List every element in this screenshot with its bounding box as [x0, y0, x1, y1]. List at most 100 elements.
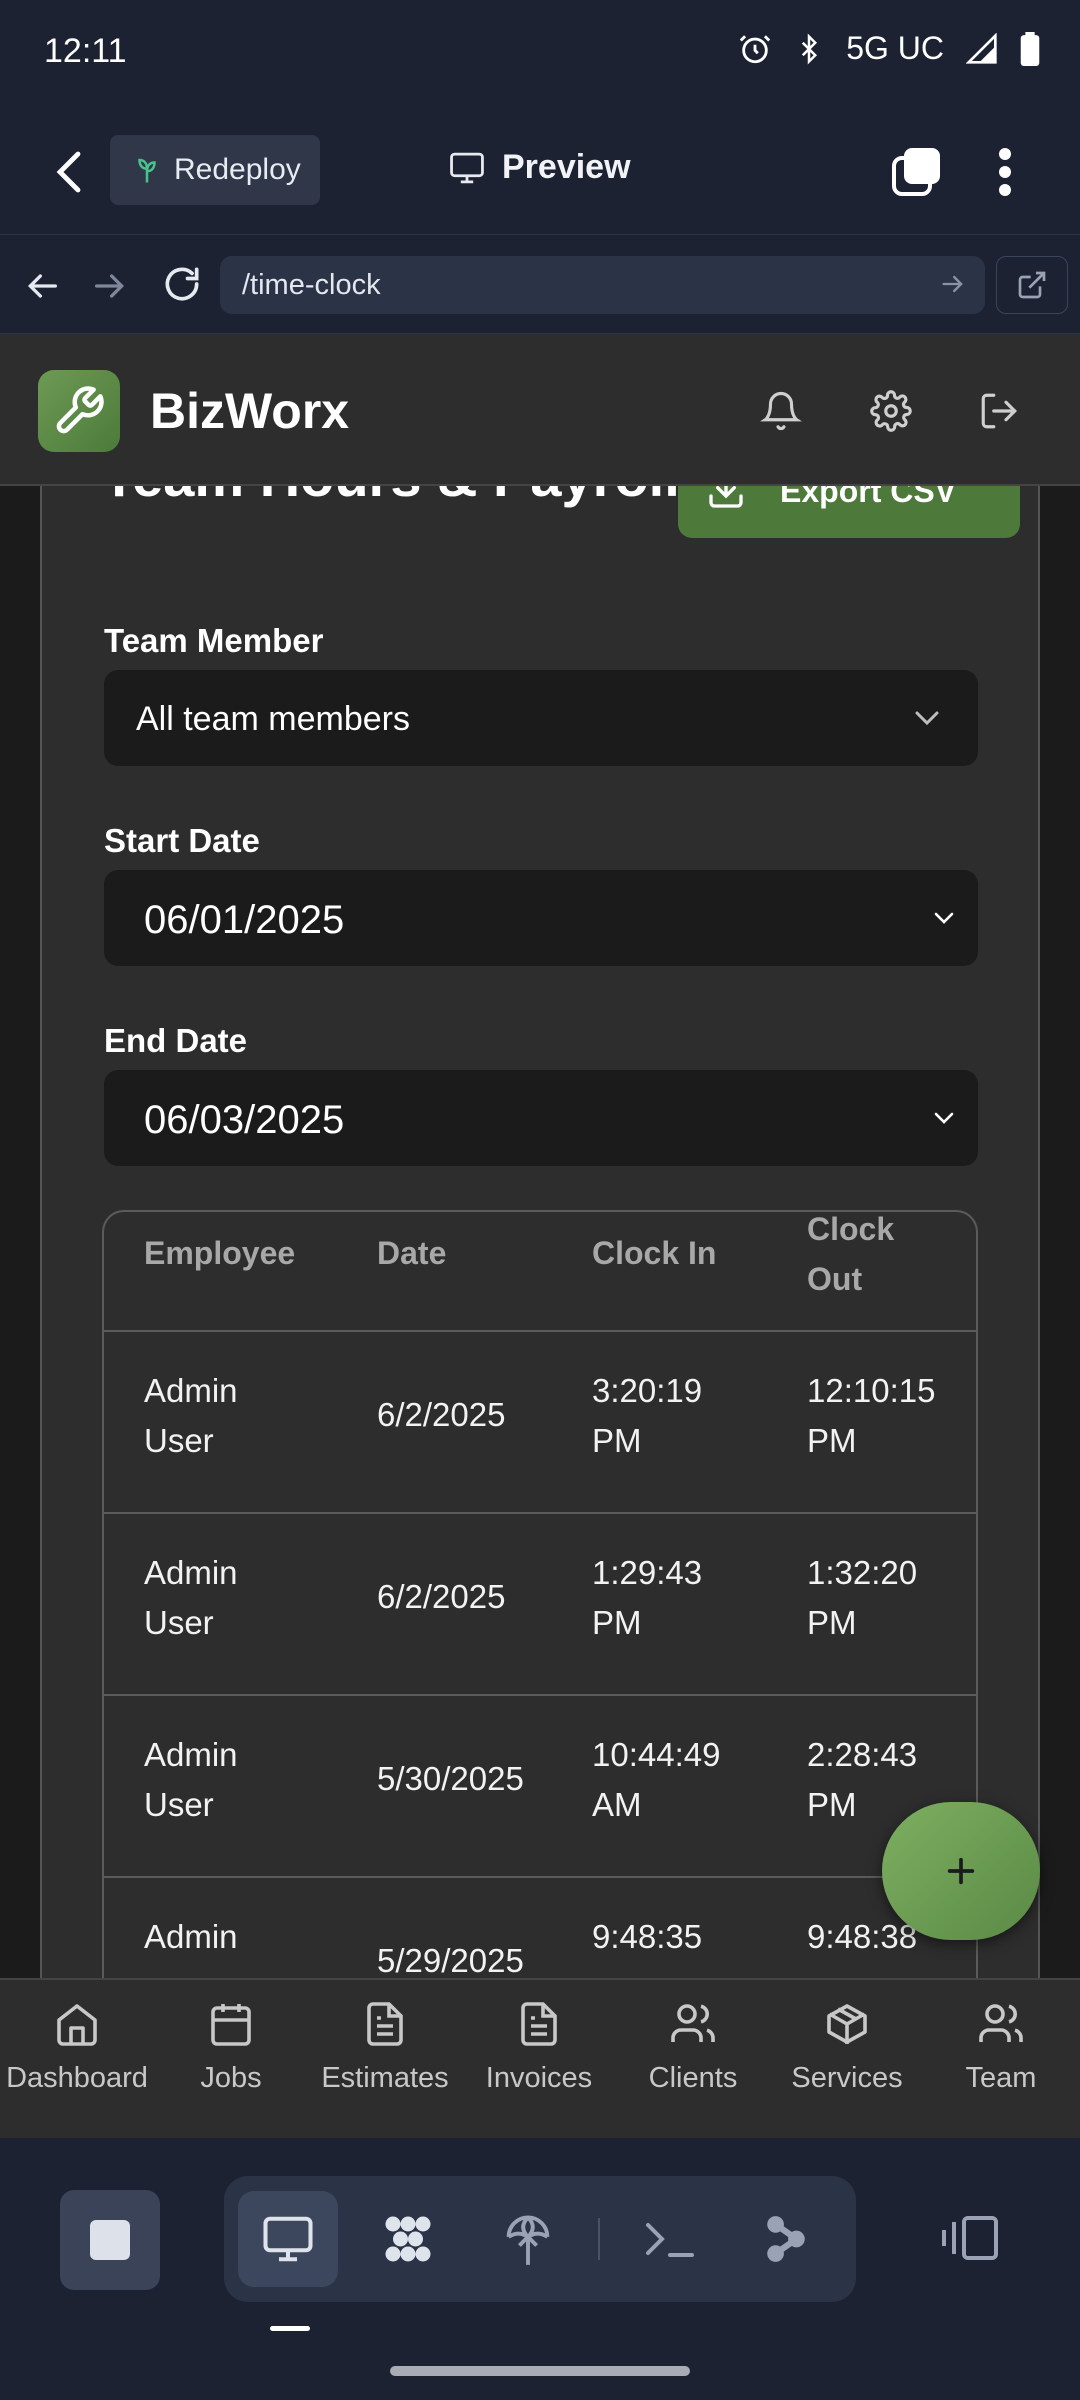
- external-link-icon[interactable]: [996, 256, 1068, 314]
- active-tab-indicator: [270, 2326, 310, 2331]
- url-toolbar: /time-clock: [0, 236, 1080, 334]
- cell-clock-in: 9:48:35: [592, 1918, 703, 1955]
- web-page: BizWorx Team Hours & Payroll Export CSV …: [0, 334, 1080, 2138]
- bottom-nav: Dashboard Jobs Estimates Invoices Client…: [0, 1978, 1080, 2138]
- column-header-clock-out: Clock Out: [807, 1211, 895, 1297]
- preview-title[interactable]: Preview: [448, 148, 631, 187]
- refresh-icon[interactable]: [160, 262, 204, 306]
- cell-date: 6/2/2025: [377, 1396, 506, 1433]
- back-button[interactable]: [50, 148, 90, 196]
- team-member-select[interactable]: All team members: [104, 670, 978, 766]
- url-go-icon[interactable]: [939, 270, 967, 298]
- ide-taskbar: [0, 2138, 1080, 2400]
- nav-label-estimates: Estimates: [321, 2062, 449, 2094]
- row-divider: [104, 1694, 976, 1696]
- preview-label: Preview: [502, 148, 631, 186]
- column-header-employee: Employee: [144, 1235, 296, 1271]
- nav-label-clients: Clients: [648, 2062, 738, 2094]
- gear-icon[interactable]: [870, 390, 912, 432]
- more-vert-icon[interactable]: [990, 146, 1020, 198]
- signal-icon: [966, 32, 998, 65]
- sidebar-icon[interactable]: [940, 2214, 1000, 2262]
- home-gesture-bar[interactable]: [390, 2366, 690, 2376]
- sprout-icon: [132, 153, 162, 187]
- nav-label-jobs: Jobs: [200, 2062, 262, 2094]
- cell-clock-in: 3:20:19 PM: [592, 1372, 703, 1459]
- end-date-field[interactable]: 06/03/2025: [104, 1070, 978, 1166]
- nav-item-estimates[interactable]: Estimates: [308, 2000, 462, 2095]
- nav-item-jobs[interactable]: Jobs: [154, 2000, 308, 2095]
- column-header-date: Date: [377, 1235, 447, 1271]
- tabs-icon[interactable]: [890, 146, 942, 198]
- redeploy-label: Redeploy: [174, 153, 301, 186]
- monitor-icon[interactable]: [238, 2191, 338, 2287]
- team-member-value: All team members: [136, 700, 410, 738]
- home-icon: [53, 2000, 101, 2048]
- packages-icon[interactable]: [358, 2191, 458, 2287]
- file-text-icon: [515, 2000, 563, 2048]
- cell-clock-out: 9:48:38: [807, 1918, 918, 1955]
- calendar-icon: [207, 2000, 255, 2048]
- tool-switcher: [224, 2176, 856, 2302]
- battery-icon: [1020, 31, 1040, 66]
- cell-employee: Admin User: [144, 1736, 238, 1823]
- terminal-icon[interactable]: [620, 2191, 720, 2287]
- chevron-down-icon: [932, 1108, 956, 1128]
- end-date-label: End Date: [104, 1022, 248, 1059]
- nav-item-services[interactable]: Services: [770, 2000, 924, 2095]
- git-icon[interactable]: [736, 2191, 836, 2287]
- cell-employee: Admin User: [144, 1554, 238, 1641]
- nav-label-dashboard: Dashboard: [6, 2062, 148, 2094]
- chevron-down-icon: [912, 708, 942, 728]
- wrench-icon[interactable]: [38, 370, 120, 452]
- stop-icon: [90, 2220, 130, 2260]
- column-header-clock-in: Clock In: [592, 1235, 717, 1271]
- cell-clock-in: 1:29:43 PM: [592, 1554, 703, 1641]
- start-date-label: Start Date: [104, 822, 260, 859]
- url-text: /time-clock: [242, 269, 381, 301]
- row-divider: [104, 1876, 976, 1878]
- nav-item-invoices[interactable]: Invoices: [462, 2000, 616, 2095]
- add-entry-button[interactable]: [882, 1802, 1040, 1940]
- file-text-icon: [361, 2000, 409, 2048]
- nav-item-clients[interactable]: Clients: [616, 2000, 770, 2095]
- plus-icon: [944, 1854, 978, 1888]
- start-date-field[interactable]: 06/01/2025: [104, 870, 978, 966]
- deploy-icon[interactable]: [478, 2191, 578, 2287]
- nav-item-team[interactable]: Team: [924, 2000, 1078, 2095]
- status-icons: 5G UC: [738, 30, 1040, 67]
- nav-label-invoices: Invoices: [485, 2062, 593, 2094]
- cell-clock-in: 10:44:49 AM: [592, 1736, 721, 1823]
- users-icon: [977, 2000, 1025, 2048]
- bluetooth-icon: [794, 32, 824, 66]
- logout-icon[interactable]: [978, 390, 1020, 432]
- cell-employee: Admin: [144, 1918, 238, 1955]
- start-date-value: 06/01/2025: [144, 898, 345, 942]
- cell-clock-out: 1:32:20 PM: [807, 1554, 918, 1641]
- nav-item-dashboard[interactable]: Dashboard: [0, 2000, 154, 2095]
- divider: [598, 2218, 600, 2260]
- monitor-icon: [448, 151, 486, 185]
- stop-button[interactable]: [60, 2190, 160, 2290]
- cell-clock-out: 12:10:15 PM: [807, 1372, 936, 1459]
- row-divider: [104, 1512, 976, 1514]
- nav-label-services: Services: [791, 2062, 903, 2094]
- url-input[interactable]: /time-clock: [220, 256, 985, 314]
- network-label: 5G UC: [846, 30, 944, 66]
- site-header: BizWorx: [0, 334, 1080, 486]
- status-bar: 12:11 5G UC: [0, 0, 1080, 110]
- cell-clock-out: 2:28:43 PM: [807, 1736, 918, 1823]
- brand-name[interactable]: BizWorx: [150, 382, 349, 440]
- cell-date: 6/2/2025: [377, 1578, 506, 1615]
- status-time: 12:11: [44, 32, 127, 70]
- browser-forward-icon[interactable]: [90, 266, 130, 306]
- end-date-value: 06/03/2025: [144, 1098, 345, 1142]
- hours-table: Employee Date Clock In Clock Out Admin U…: [102, 1210, 978, 2110]
- row-divider: [104, 1330, 976, 1332]
- bell-icon[interactable]: [760, 390, 802, 432]
- users-icon: [669, 2000, 717, 2048]
- team-member-label: Team Member: [104, 622, 324, 659]
- redeploy-button[interactable]: Redeploy: [110, 135, 320, 205]
- chevron-down-icon: [932, 908, 956, 928]
- browser-back-icon[interactable]: [22, 266, 62, 306]
